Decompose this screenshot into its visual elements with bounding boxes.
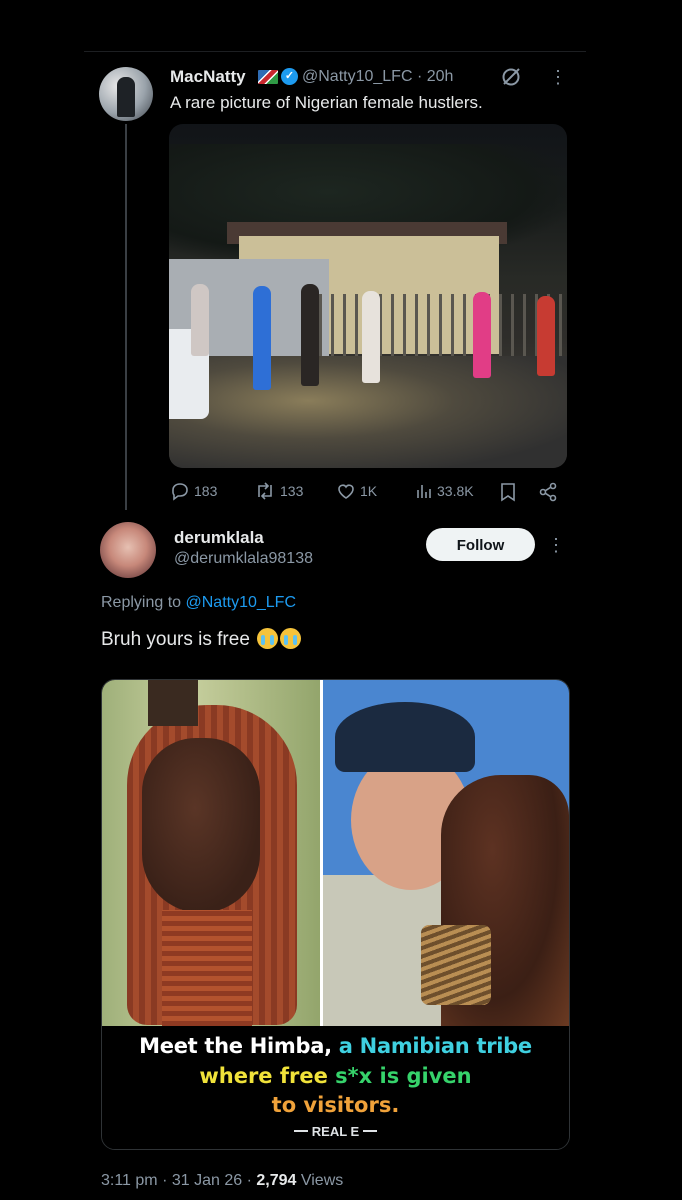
retweet-action[interactable]: 133: [254, 481, 303, 501]
tweet-meta: 3:11 pm · 31 Jan 26 · 2,794 Views: [101, 1172, 343, 1190]
caption-line1b: a Namibian tribe: [338, 1034, 532, 1058]
views-label: Views: [300, 1172, 344, 1189]
reply-icon: [172, 483, 188, 501]
loudly-crying-emoji-icon: [280, 628, 302, 649]
grok-icon[interactable]: [500, 66, 522, 88]
top-divider: [84, 51, 586, 52]
more-options-icon[interactable]: ⋮: [548, 66, 568, 88]
derumklala-avatar[interactable]: [100, 522, 156, 578]
replying-to: Replying to @Natty10_LFC: [101, 594, 296, 612]
himba-woman-photo: [102, 680, 320, 1026]
replying-handle-link[interactable]: @Natty10_LFC: [186, 594, 297, 611]
tweet-photo[interactable]: [169, 124, 567, 468]
like-count: 1K: [360, 483, 378, 499]
caption-line2a: where free: [199, 1064, 328, 1088]
reply-author-name[interactable]: derumklala: [174, 528, 264, 548]
caption-line2b: s*x is given: [335, 1064, 472, 1088]
loudly-crying-emoji-icon: [257, 628, 279, 649]
like-icon: [338, 484, 354, 499]
follow-button[interactable]: Follow: [426, 528, 535, 561]
watermark: REAL E: [311, 1124, 360, 1139]
tweet-text: A rare picture of Nigerian female hustle…: [170, 93, 483, 112]
reply-media[interactable]: Meet the Himba, a Namibian tribe where f…: [101, 679, 570, 1150]
caption-line3: to visitors.: [271, 1093, 400, 1117]
namibia-flag-icon: [258, 70, 278, 84]
bookmark-icon[interactable]: [499, 482, 517, 502]
media-caption: Meet the Himba, a Namibian tribe where f…: [102, 1026, 569, 1149]
reply-text-row: Bruh yours is free: [101, 628, 302, 651]
time-date[interactable]: 3:11 pm · 31 Jan 26 ·: [101, 1172, 252, 1189]
reply-text: Bruh yours is free: [101, 629, 250, 650]
share-icon[interactable]: [538, 482, 558, 502]
caption-line1a: Meet the Himba,: [139, 1034, 332, 1058]
more-options-icon[interactable]: ⋮: [546, 534, 566, 556]
reply-action[interactable]: 183: [170, 481, 217, 501]
reply-count: 183: [194, 483, 218, 499]
views-count-bold: 2,794: [256, 1172, 297, 1189]
views-action[interactable]: 33.8K: [415, 481, 474, 501]
thread-line: [125, 124, 127, 510]
visitor-kiss-photo: [323, 680, 569, 1026]
retweet-count: 133: [280, 483, 304, 499]
views-count: 33.8K: [437, 483, 474, 499]
views-icon: [417, 485, 431, 498]
like-action[interactable]: 1K: [336, 481, 377, 501]
verified-badge-icon: ✓: [281, 68, 298, 85]
tweet-handle-time[interactable]: @Natty10_LFC · 20h: [302, 68, 453, 86]
macnatty-avatar[interactable]: [99, 67, 153, 121]
retweet-icon: [258, 482, 272, 500]
tweet-author-name[interactable]: MacNatty: [170, 67, 246, 87]
reply-author-handle[interactable]: @derumklala98138: [174, 550, 313, 568]
replying-prefix: Replying to: [101, 594, 182, 611]
